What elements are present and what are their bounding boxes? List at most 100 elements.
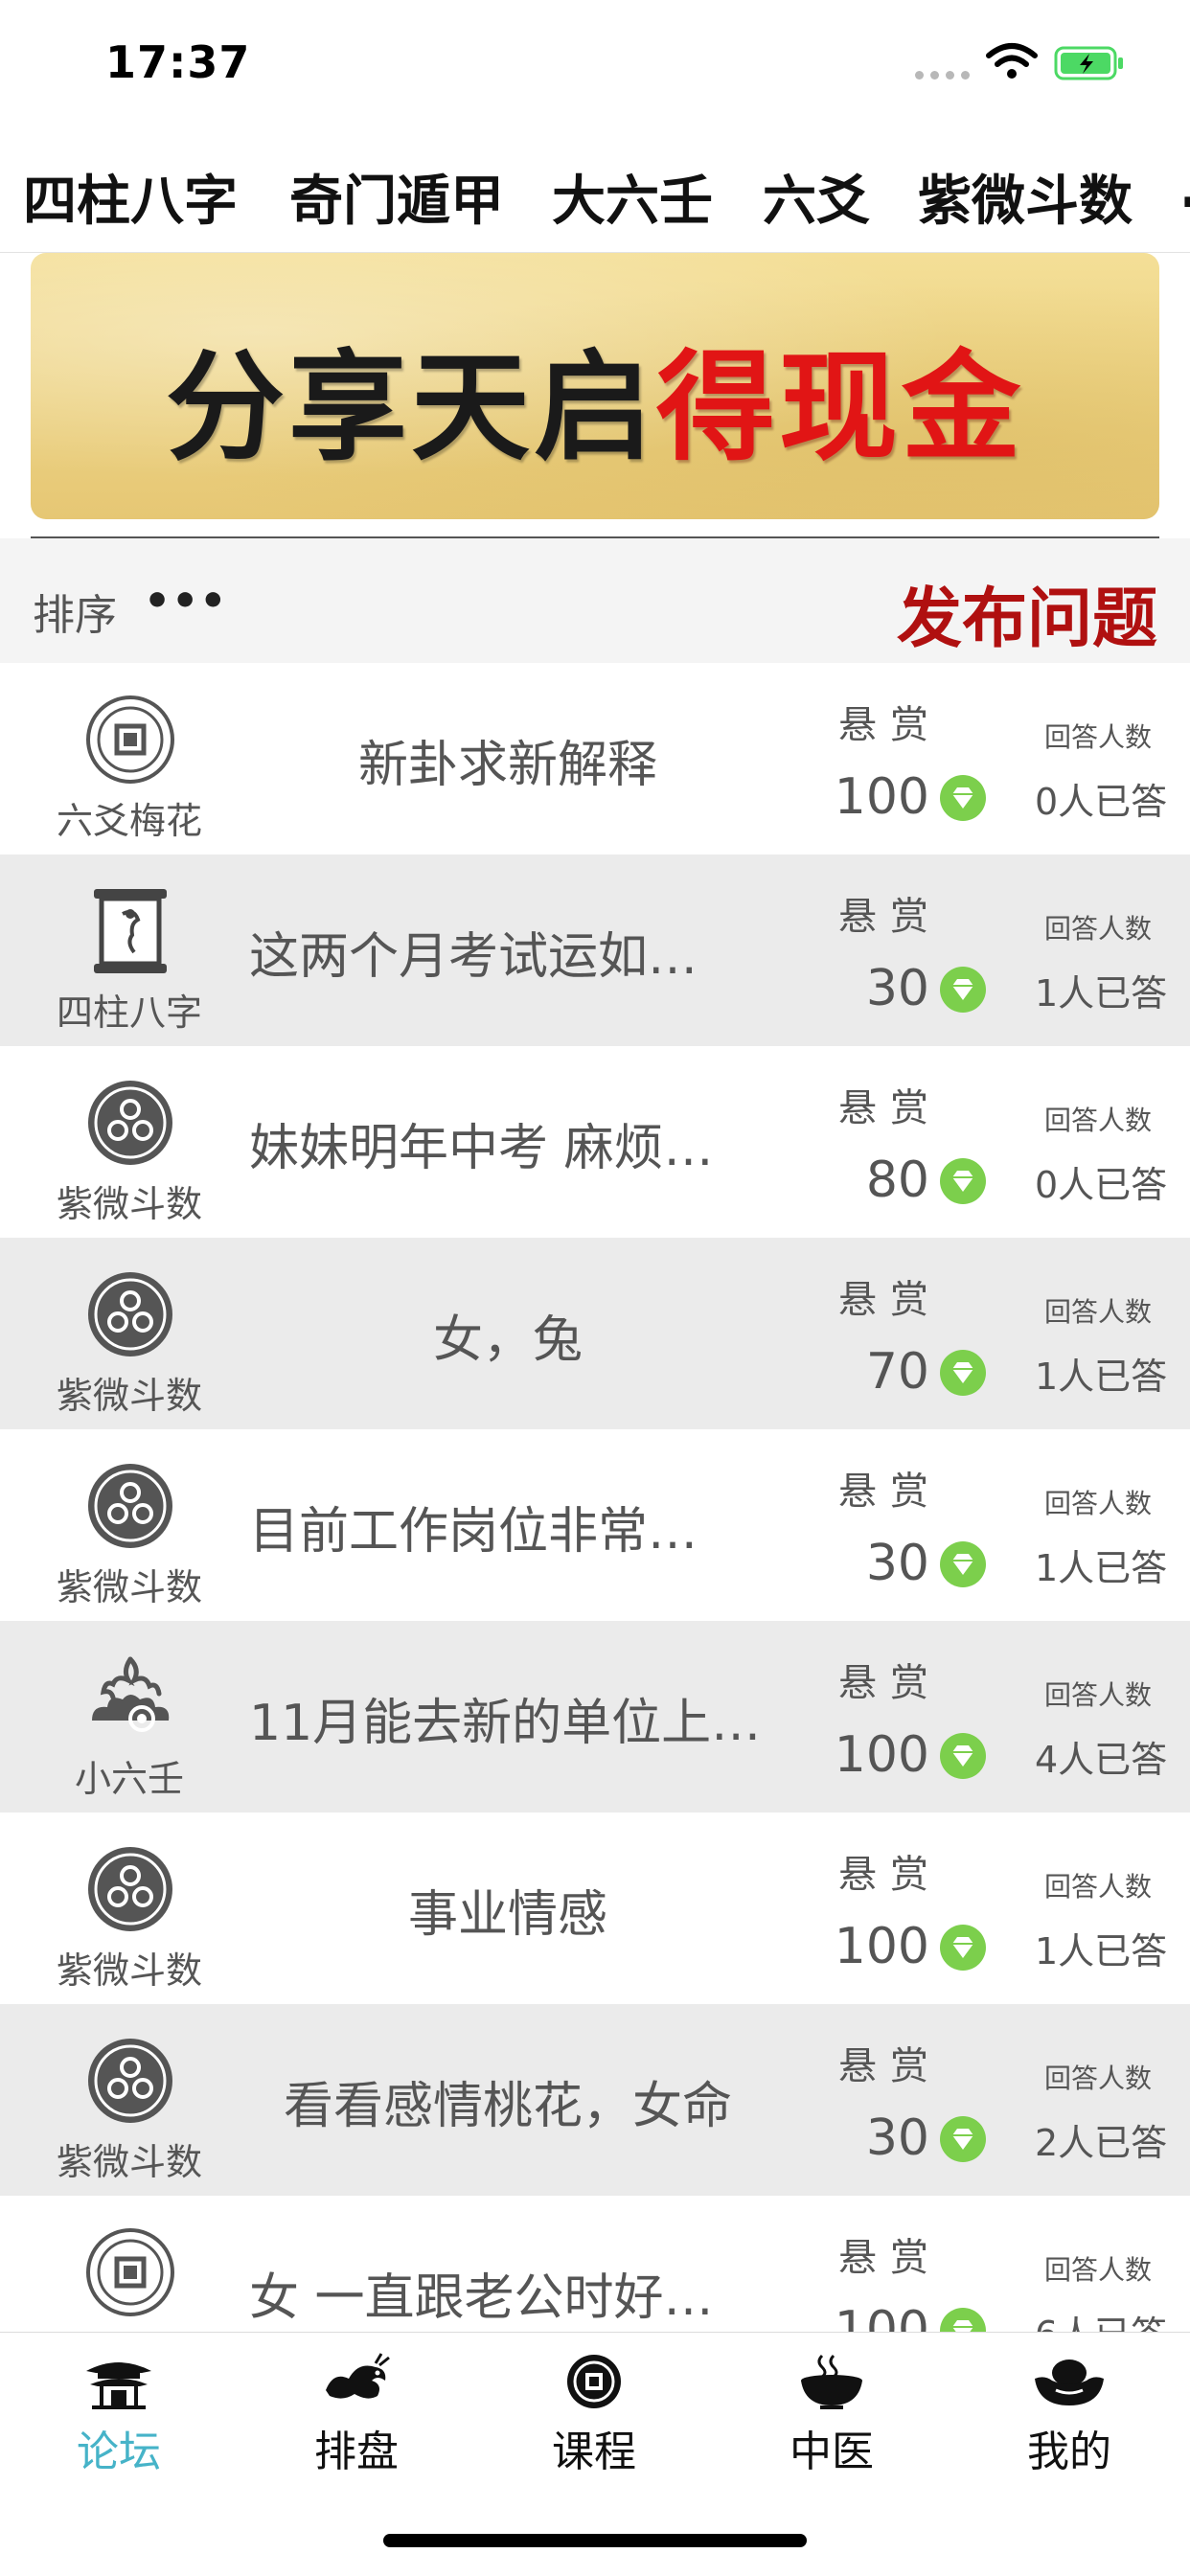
category-tab-daliuren[interactable]: 大六壬	[552, 158, 713, 236]
sort-button[interactable]: 排序	[33, 581, 117, 642]
status-bar: 17:37	[0, 0, 1190, 129]
gem-icon	[940, 775, 986, 821]
answer-count: 1人已答	[1035, 1930, 1168, 1972]
category-tab-more[interactable]: …	[1180, 158, 1190, 220]
question-row[interactable]: 紫微斗数 目前工作岗位非常… 悬赏 30 回答人数 1人已答	[0, 1429, 1190, 1621]
answer-count: 1人已答	[1035, 972, 1168, 1014]
reward-value: 30	[865, 2109, 929, 2167]
reward-value: 100	[834, 1726, 929, 1784]
reward-label: 悬赏	[838, 895, 942, 939]
scroll-icon	[94, 889, 167, 973]
category-label: 紫微斗数	[56, 1183, 202, 1225]
category-label: 六爻梅花	[56, 800, 202, 842]
question-row[interactable]: 小六壬 11月能去新的单位上… 悬赏 100 回答人数 4人已答	[0, 1621, 1190, 1812]
list-toolbar: 排序 ••• 发布问题	[0, 538, 1190, 663]
publish-question-button[interactable]: 发布问题	[897, 565, 1157, 660]
star-disc-icon	[88, 2039, 172, 2123]
reward-value: 100	[834, 768, 929, 826]
reward-label: 悬赏	[838, 1086, 942, 1130]
reward-label: 悬赏	[838, 1470, 942, 1514]
question-title: 女，兔	[432, 1311, 583, 1369]
tab-label: 论坛	[77, 2428, 161, 2476]
reward-label: 悬赏	[838, 2236, 942, 2280]
answer-count-label: 回答人数	[1044, 1296, 1153, 1328]
star-disc-icon	[88, 1464, 172, 1548]
category-label: 紫微斗数	[56, 1566, 202, 1608]
reward-value: 80	[865, 1151, 929, 1209]
answer-count-label: 回答人数	[1044, 1679, 1153, 1711]
answer-count: 0人已答	[1035, 781, 1168, 823]
category-tab-qimen[interactable]: 奇门遁甲	[289, 158, 504, 236]
question-title: 事业情感	[407, 1886, 607, 1944]
gem-icon	[940, 2116, 986, 2162]
answer-count: 1人已答	[1035, 1547, 1168, 1589]
question-row[interactable]: 四柱八字 这两个月考试运如… 悬赏 30 回答人数 1人已答	[0, 855, 1190, 1046]
battery-icon	[1054, 46, 1123, 80]
question-row[interactable]: 紫微斗数 看看感情桃花，女命 悬赏 30 回答人数 2人已答	[0, 2004, 1190, 2196]
tab-label: 我的	[1027, 2428, 1111, 2476]
status-time: 17:37	[105, 36, 251, 88]
bowl-icon	[801, 2354, 862, 2409]
category-label: 紫微斗数	[56, 2141, 202, 2183]
answer-count-label: 回答人数	[1044, 1488, 1153, 1519]
tab-medicine[interactable]: 中医	[713, 2352, 950, 2478]
pavilion-icon	[86, 2362, 151, 2409]
answer-count-label: 回答人数	[1044, 1871, 1153, 1903]
reward-label: 悬赏	[838, 703, 942, 747]
reward-value: 100	[834, 2301, 929, 2332]
gem-icon	[940, 1158, 986, 1204]
reward-label: 悬赏	[838, 1278, 942, 1322]
reward-label: 悬赏	[838, 2044, 942, 2088]
tab-courses[interactable]: 课程	[475, 2352, 713, 2478]
category-label: 小六壬	[74, 1758, 184, 1800]
answer-count-label: 回答人数	[1044, 721, 1153, 753]
gem-icon	[940, 1350, 986, 1396]
answer-count-label: 回答人数	[1044, 1105, 1153, 1136]
question-row[interactable]: 紫微斗数 女，兔 悬赏 70 回答人数 1人已答	[0, 1238, 1190, 1429]
gem-icon	[940, 1541, 986, 1587]
reward-label: 悬赏	[838, 1661, 942, 1705]
gem-icon	[940, 1733, 986, 1779]
answer-count-label: 回答人数	[1044, 2254, 1153, 2286]
star-disc-icon	[88, 1081, 172, 1165]
category-tab-liuyao[interactable]: 六爻	[763, 158, 870, 236]
wifi-icon	[986, 43, 1038, 79]
reward-label: 悬赏	[838, 1853, 942, 1897]
answer-count: 1人已答	[1035, 1356, 1168, 1398]
reward-value: 30	[865, 960, 929, 1017]
category-label: 紫微斗数	[56, 1375, 202, 1417]
signal-icon	[915, 71, 970, 80]
category-label: 紫微斗数	[56, 1949, 202, 1992]
coin-icon	[567, 2355, 621, 2408]
question-title: 新卦求新解释	[357, 737, 657, 794]
tab-forum[interactable]: 论坛	[0, 2352, 238, 2478]
category-tab-sizhu[interactable]: 四柱八字	[23, 158, 238, 236]
question-title: 目前工作岗位非常…	[249, 1503, 698, 1561]
question-row[interactable]: 女 一直跟老公时好… 悬赏 100 回答人数 6人已答	[0, 2196, 1190, 2332]
more-icon[interactable]: •••	[144, 577, 227, 626]
question-title: 妹妹明年中考 麻烦…	[249, 1120, 714, 1177]
reward-value: 30	[865, 1535, 929, 1592]
tab-label: 课程	[552, 2428, 636, 2476]
ingot-icon	[1035, 2359, 1104, 2405]
category-tab-ziwei[interactable]: 紫微斗数	[918, 158, 1133, 236]
tab-label: 中医	[790, 2428, 874, 2476]
gem-icon	[940, 2308, 986, 2332]
tab-profile[interactable]: 我的	[950, 2352, 1188, 2478]
banner-text: 分享天启得现金	[31, 310, 1159, 483]
promo-banner[interactable]: 分享天启得现金	[31, 253, 1159, 519]
reward-value: 70	[865, 1343, 929, 1401]
question-row[interactable]: 紫微斗数 事业情感 悬赏 100 回答人数 1人已答	[0, 1812, 1190, 2004]
home-indicator[interactable]	[383, 2534, 807, 2547]
question-title: 女 一直跟老公时好…	[249, 2269, 714, 2327]
answer-count-label: 回答人数	[1044, 2063, 1153, 2094]
answer-count-label: 回答人数	[1044, 913, 1153, 945]
tab-chart[interactable]: 排盘	[238, 2352, 475, 2478]
gem-icon	[940, 967, 986, 1013]
coin-icon	[86, 695, 174, 784]
category-bar: 四柱八字 奇门遁甲 大六壬 六爻 紫微斗数 …	[0, 129, 1190, 253]
question-row[interactable]: 六爻梅花 新卦求新解释 悬赏 100 回答人数 0人已答	[0, 663, 1190, 855]
cloud-icon	[92, 1656, 170, 1732]
question-row[interactable]: 紫微斗数 妹妹明年中考 麻烦… 悬赏 80 回答人数 0人已答	[0, 1046, 1190, 1238]
category-label: 四柱八字	[56, 992, 202, 1034]
